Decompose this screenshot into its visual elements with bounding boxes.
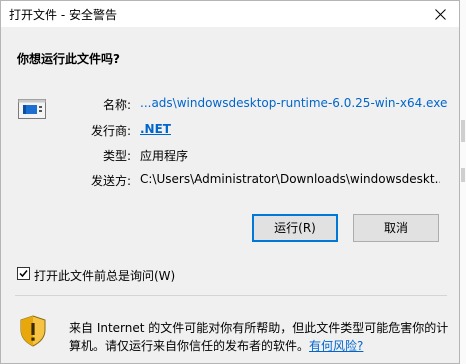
- publisher-label: 发行商:: [90, 124, 131, 138]
- run-question: 你想运行此文件吗?: [17, 52, 120, 66]
- type-label: 类型:: [102, 149, 131, 163]
- always-ask-checkbox[interactable]: [17, 267, 30, 280]
- name-label: 名称:: [102, 98, 131, 112]
- close-button[interactable]: [423, 1, 459, 27]
- warning-shield-icon: [20, 315, 46, 347]
- always-ask-label[interactable]: 打开此文件前总是询问(W): [34, 267, 175, 284]
- title-bar[interactable]: 打开文件 - 安全警告: [1, 1, 459, 27]
- checkmark-icon: [19, 270, 28, 278]
- run-button[interactable]: 运行(R): [252, 214, 338, 242]
- file-name-link[interactable]: ...ads\windowsdesktop-runtime-6.0.25-win…: [140, 96, 452, 110]
- cancel-button[interactable]: 取消: [353, 214, 439, 242]
- from-label: 发送方:: [90, 174, 131, 188]
- background-window-edge: [460, 0, 466, 364]
- edge-mark: [461, 120, 465, 142]
- window-title: 打开文件 - 安全警告: [9, 8, 117, 22]
- security-warning-dialog: 打开文件 - 安全警告 你想运行此文件吗? 名称: ...ads\windows…: [0, 0, 460, 364]
- edge-mark: [461, 168, 465, 182]
- divider: [15, 295, 447, 296]
- type-value: 应用程序: [140, 149, 189, 163]
- from-value: C:\Users\Administrator\Downloads\windows…: [140, 172, 440, 186]
- close-icon: [435, 9, 446, 20]
- warning-message: 来自 Internet 的文件可能对你有所帮助，但此文件类型可能危害你的计算机。…: [69, 319, 449, 355]
- risk-link[interactable]: 有何风险?: [309, 339, 363, 353]
- warning-text: 来自 Internet 的文件可能对你有所帮助，但此文件类型可能危害你的计算机。…: [69, 321, 449, 353]
- publisher-link[interactable]: .NET: [140, 122, 171, 136]
